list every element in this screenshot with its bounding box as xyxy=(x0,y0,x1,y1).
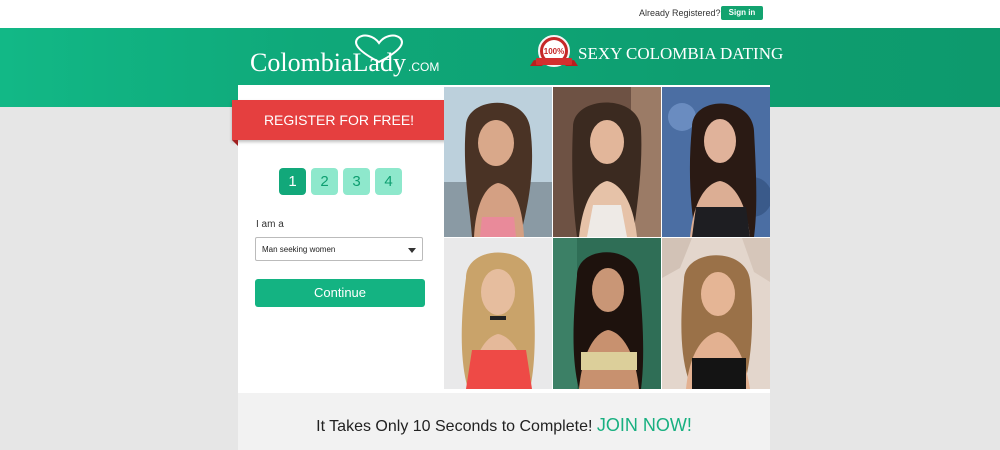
guarantee-badge-icon: 100% xyxy=(530,35,578,67)
profile-photo-3[interactable] xyxy=(662,87,770,237)
top-bar: Already Registered? Sign in xyxy=(0,0,1000,28)
photo-grid xyxy=(444,85,770,393)
step-3[interactable]: 3 xyxy=(343,168,370,195)
seeking-select[interactable]: Man seeking women xyxy=(255,237,423,261)
footer-message: It Takes Only 10 Seconds to Complete! xyxy=(316,418,593,435)
badge-text: 100% xyxy=(544,47,564,56)
register-panel: REGISTER FOR FREE! 1 2 3 4 I am a Man se… xyxy=(232,85,770,450)
step-indicator: 1 2 3 4 xyxy=(279,168,402,195)
footer-text: It Takes Only 10 Seconds to Complete! JO… xyxy=(238,415,770,436)
join-now-link[interactable]: JOIN NOW! xyxy=(597,415,692,435)
sign-in-button[interactable]: Sign in xyxy=(721,6,763,20)
profile-photo-2[interactable] xyxy=(553,87,661,237)
iam-label: I am a xyxy=(256,219,284,230)
register-banner: REGISTER FOR FREE! xyxy=(232,100,446,146)
registration-form: REGISTER FOR FREE! 1 2 3 4 I am a Man se… xyxy=(232,85,446,393)
site-logo[interactable]: ColombiaLady .COM xyxy=(250,34,440,78)
profile-photo-1[interactable] xyxy=(444,87,552,237)
continue-button[interactable]: Continue xyxy=(255,279,425,307)
heart-logo-icon xyxy=(355,34,403,64)
already-registered-text: Already Registered? xyxy=(639,8,721,18)
profile-photo-6[interactable] xyxy=(662,238,770,389)
tagline: SEXY COLOMBIA DATING xyxy=(578,44,784,63)
seeking-select-value: Man seeking women xyxy=(262,245,336,254)
step-1[interactable]: 1 xyxy=(279,168,306,195)
profile-photo-4[interactable] xyxy=(444,238,552,389)
step-4[interactable]: 4 xyxy=(375,168,402,195)
logo-suffix: .COM xyxy=(407,60,440,74)
step-2[interactable]: 2 xyxy=(311,168,338,195)
footer-cta: It Takes Only 10 Seconds to Complete! JO… xyxy=(238,393,770,450)
chevron-down-icon xyxy=(408,248,416,253)
profile-photo-5[interactable] xyxy=(553,238,661,389)
